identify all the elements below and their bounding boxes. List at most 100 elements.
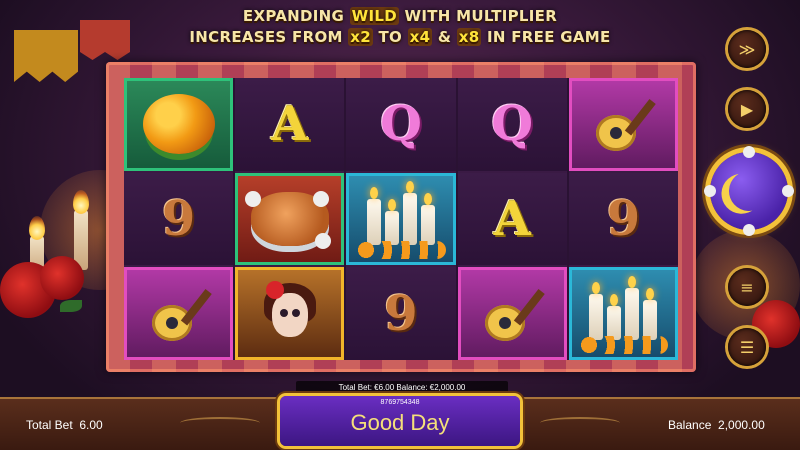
bet-balance-strip: Total Bet: €6.00 Balance: €2,000.00: [296, 381, 508, 395]
skull-ornament: [704, 185, 716, 197]
reel-cell: [457, 267, 567, 361]
candle-flame: [29, 216, 45, 240]
reel-2: A: [235, 78, 345, 361]
guitar-hole: [499, 316, 512, 329]
message-panel: 8769754348 Good Day: [280, 396, 520, 446]
promo-text-part: &: [432, 28, 457, 46]
total-bet-display: Total Bet 6.00: [26, 418, 103, 432]
skull-ornament: [782, 185, 794, 197]
reel-5: 9: [568, 78, 679, 361]
promo-banner: EXPANDING WILD WITH MULTIPLIER INCREASES…: [0, 0, 800, 58]
reel-cell: [346, 172, 456, 266]
total-bet-label: Total Bet: [26, 418, 73, 432]
reel-cell: [568, 78, 679, 171]
coins-icon: ≡: [740, 277, 754, 297]
sugar-skull-icon: [245, 190, 262, 207]
guitar-symbol-icon: [144, 279, 214, 349]
turbo-button[interactable]: ≫: [728, 30, 766, 68]
menu-icon: ☰: [739, 337, 755, 357]
multiplier-x2: x2: [348, 28, 373, 46]
candle-icon: [403, 181, 417, 245]
multiplier-x4: x4: [407, 28, 433, 46]
catrina-flower: [265, 280, 284, 299]
total-bet-value: 6.00: [79, 418, 103, 432]
sugar-skull-icon: [313, 190, 330, 207]
guitar-symbol-icon: [588, 89, 658, 159]
reel-frame: 9AQ9QA9: [106, 62, 696, 372]
guitar-neck: [180, 288, 212, 326]
bet-button[interactable]: ≡: [728, 268, 766, 306]
ornament: [180, 417, 260, 429]
promo-wild-word: WILD: [349, 7, 399, 25]
symbol-q: Q: [380, 96, 422, 153]
marigold-symbol-icon: [142, 94, 215, 155]
symbol-q: Q: [491, 96, 534, 153]
candle-icon: [385, 199, 399, 245]
candle-icon: [625, 275, 640, 340]
symbol-9: 9: [606, 191, 641, 247]
reel-cell: [235, 172, 345, 266]
candle-icon: [589, 281, 604, 340]
reel-cell: [235, 267, 345, 361]
autoplay-icon: ▶: [740, 99, 754, 119]
candles-symbol-icon: [589, 275, 658, 340]
marigold-garland-icon: [356, 241, 446, 260]
promo-text-part: WITH MULTIPLIER: [398, 7, 558, 25]
candle-icon: [643, 287, 658, 340]
catrina-face: [271, 292, 308, 337]
skull-ornament: [743, 224, 755, 236]
status-message: Good Day: [350, 410, 450, 435]
reel-cell: 9: [124, 172, 234, 266]
guitar-hole: [165, 316, 178, 329]
reel-cell: 9: [568, 172, 679, 266]
reel-cell: A: [457, 172, 567, 266]
leaf-decoration: [60, 300, 82, 312]
guitar-neck: [514, 288, 545, 326]
balance-value: 2,000.00: [718, 418, 765, 432]
menu-button[interactable]: ☰: [728, 328, 766, 366]
promo-text-part: EXPANDING: [242, 7, 350, 25]
ornament: [540, 417, 620, 429]
promo-text-part: INCREASES FROM: [189, 28, 349, 46]
candle-flame: [73, 190, 89, 214]
spin-icon: [723, 165, 774, 216]
guitar-neck: [625, 99, 657, 136]
catrina-eye: [291, 308, 300, 317]
reel-cell: Q: [346, 78, 456, 171]
symbol-a: A: [493, 191, 531, 247]
reel-cell: 9: [346, 267, 456, 361]
round-id: 8769754348: [380, 399, 420, 406]
promo-text: EXPANDING WILD WITH MULTIPLIER INCREASES…: [0, 6, 800, 48]
symbol-9: 9: [384, 285, 418, 342]
balance-label: Balance: [668, 418, 712, 432]
multiplier-x8: x8: [456, 28, 482, 46]
catrina-symbol-icon: [260, 279, 320, 349]
turbo-icon: ≫: [738, 39, 756, 59]
balance-display: Balance 2,000.00: [668, 418, 765, 432]
reel-cell: [124, 78, 234, 171]
autoplay-button[interactable]: ▶: [728, 90, 766, 128]
reel-1: 9: [124, 78, 234, 361]
candle-icon: [607, 293, 622, 340]
spin-button[interactable]: [704, 146, 794, 236]
candle-icon: [421, 193, 435, 245]
control-column: ≫ ▶ ≡ ☰: [704, 0, 794, 450]
rose-decoration: [40, 256, 84, 300]
reel-3: Q9: [346, 78, 456, 361]
symbol-a: A: [271, 96, 309, 153]
promo-text-part: IN FREE GAME: [481, 28, 611, 46]
promo-line-1: EXPANDING WILD WITH MULTIPLIER: [0, 6, 800, 27]
guitar-symbol-icon: [477, 279, 547, 349]
game-scene: EXPANDING WILD WITH MULTIPLIER INCREASES…: [0, 0, 800, 450]
symbol-9: 9: [161, 191, 196, 247]
reel-cell: A: [235, 78, 345, 171]
promo-text-part: TO: [372, 28, 408, 46]
reel-4: QA: [457, 78, 567, 361]
skull-ornament: [743, 146, 755, 158]
reel-cell: [124, 267, 234, 361]
reel-grid: 9AQ9QA9: [124, 78, 679, 361]
sugar-skull-icon: [315, 232, 332, 249]
reel-cell: Q: [457, 78, 567, 171]
promo-line-2: INCREASES FROM x2 TO x4 & x8 IN FREE GAM…: [0, 27, 800, 48]
candle-icon: [367, 187, 381, 245]
